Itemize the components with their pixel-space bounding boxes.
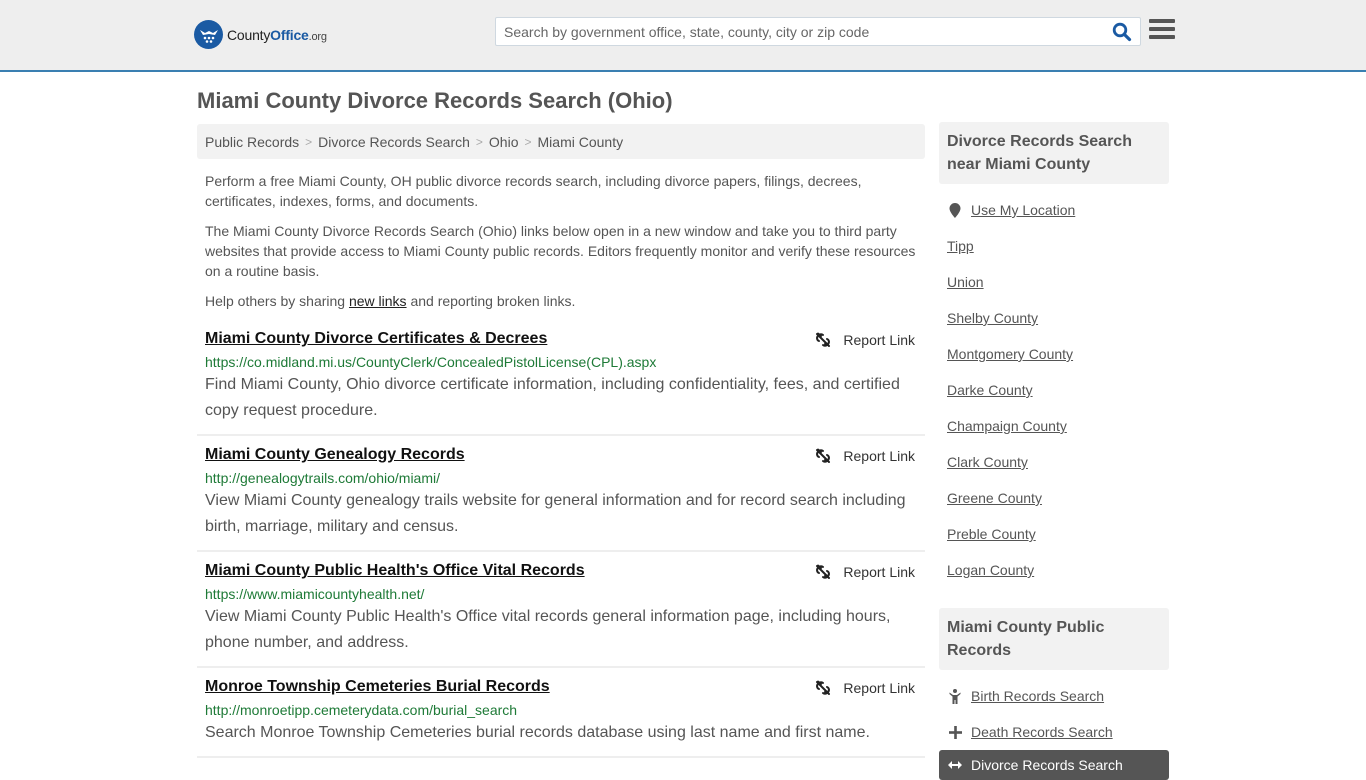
hamburger-menu-icon-bar [1149,35,1175,39]
result-description: View Miami County Public Health's Office… [205,608,891,651]
breadcrumb: Public Records > Divorce Records Search … [197,124,925,159]
nearby-item: Union [947,264,1161,300]
intro-p3-text: Help others by sharing [205,293,349,309]
nearby-item: Logan County [947,552,1161,588]
nearby-item: Darke County [947,372,1161,408]
result-item: Miami County Public Health's Office Vita… [197,552,925,668]
result-title-link[interactable]: Monroe Township Cemeteries Burial Record… [205,678,550,696]
result-url[interactable]: https://www.miamicountyhealth.net/ [205,586,917,602]
breadcrumb-separator: > [305,134,313,149]
use-my-location-item: Use My Location [947,192,1161,228]
search-box [495,17,1141,46]
result-url[interactable]: https://co.midland.mi.us/CountyClerk/Con… [205,354,917,370]
result-description: Search Monroe Township Cemeteries burial… [205,724,870,741]
birth-records-search-link[interactable]: Birth Records Search [971,688,1104,704]
death-records-search-link[interactable]: Death Records Search [971,724,1113,740]
result-item: Monroe Township Cemeteries Burial Record… [197,668,925,758]
public-records-item: Birth Records Search [947,678,1161,714]
public-records-item-active[interactable]: Divorce Records Search [939,750,1169,780]
nearby-item: Champaign County [947,408,1161,444]
logo-office: Office [270,26,309,43]
report-link-label: Report Link [843,564,915,580]
result-url[interactable]: http://monroetipp.cemeterydata.com/buria… [205,702,917,718]
broken-link-icon [816,680,831,695]
nearby-link-preble-county[interactable]: Preble County [947,526,1036,542]
intro-paragraph-1: Perform a free Miami County, OH public d… [205,173,862,209]
hamburger-menu-button[interactable] [1149,19,1175,43]
page-title: Miami County Divorce Records Search (Ohi… [197,88,673,113]
nearby-item: Montgomery County [947,336,1161,372]
broken-link-icon [816,332,831,347]
search-button[interactable] [1112,22,1134,42]
result-url[interactable]: http://genealogytrails.com/ohio/miami/ [205,470,917,486]
result-title-link[interactable]: Miami County Public Health's Office Vita… [205,562,585,580]
new-links-link[interactable]: new links [349,293,407,309]
results-list: Miami County Divorce Certificates & Decr… [197,320,925,758]
breadcrumb-miami-county[interactable]: Miami County [538,134,624,150]
intro-p3-text-end: and reporting broken links. [406,293,576,309]
nearby-link-clark-county[interactable]: Clark County [947,454,1028,470]
report-link-label: Report Link [843,332,915,348]
nearby-link-champaign-county[interactable]: Champaign County [947,418,1067,434]
nearby-link-darke-county[interactable]: Darke County [947,382,1033,398]
plus-icon [947,725,963,739]
report-link-label: Report Link [843,448,915,464]
search-input[interactable] [496,18,1106,45]
intro-paragraph-3: Help others by sharing new links and rep… [205,291,923,311]
report-link-label: Report Link [843,680,915,696]
breadcrumb-ohio[interactable]: Ohio [489,134,519,150]
report-link-button[interactable]: Report Link [815,680,915,696]
logo-org: .org [308,30,327,43]
nearby-heading: Divorce Records Search near Miami County [939,122,1169,184]
nearby-link-logan-county[interactable]: Logan County [947,562,1034,578]
nearby-item: Tipp [947,228,1161,264]
broken-link-icon [816,564,831,579]
hamburger-menu-icon-bar [1149,19,1175,23]
arrows-horizontal-icon [947,760,963,770]
nearby-list: Use My Location Tipp Union Shelby County… [939,192,1169,588]
nearby-item: Clark County [947,444,1161,480]
nearby-item: Greene County [947,480,1161,516]
logo-wordmark: CountyOffice.org [227,27,327,43]
sidebar: Divorce Records Search near Miami County… [939,122,1169,780]
nearby-link-union[interactable]: Union [947,274,984,290]
public-records-item: Death Records Search [947,714,1161,750]
result-title-link[interactable]: Miami County Divorce Certificates & Decr… [205,330,547,348]
intro-paragraph-2: The Miami County Divorce Records Search … [205,223,916,279]
report-link-button[interactable]: Report Link [815,332,915,348]
public-records-heading: Miami County Public Records [939,608,1169,670]
breadcrumb-separator: > [524,134,532,149]
nearby-item: Shelby County [947,300,1161,336]
search-icon [1112,22,1132,42]
report-link-button[interactable]: Report Link [815,564,915,580]
child-icon [947,688,963,704]
divorce-records-search-link[interactable]: Divorce Records Search [971,757,1123,773]
use-my-location-link[interactable]: Use My Location [971,202,1075,218]
nearby-link-montgomery-county[interactable]: Montgomery County [947,346,1073,362]
breadcrumb-public-records[interactable]: Public Records [205,134,299,150]
site-logo[interactable]: CountyOffice.org [194,20,327,49]
result-description: Find Miami County, Ohio divorce certific… [205,376,900,419]
logo-county: County [227,26,271,43]
breadcrumb-separator: > [475,134,483,149]
nearby-link-greene-county[interactable]: Greene County [947,490,1042,506]
nearby-link-tipp[interactable]: Tipp [947,238,974,254]
nearby-link-shelby-county[interactable]: Shelby County [947,310,1038,326]
result-description: View Miami County genealogy trails websi… [205,492,906,535]
hamburger-menu-icon-bar [1149,27,1175,31]
result-item: Miami County Genealogy Records Report Li… [197,436,925,552]
result-item: Miami County Divorce Certificates & Decr… [197,320,925,436]
eagle-logo-icon [194,20,223,49]
intro-text: Perform a free Miami County, OH public d… [205,171,923,321]
breadcrumb-divorce-records-search[interactable]: Divorce Records Search [318,134,470,150]
report-link-button[interactable]: Report Link [815,448,915,464]
public-records-list: Birth Records Search Death Records Searc… [939,678,1169,780]
site-header: CountyOffice.org [0,0,1366,72]
nearby-item: Preble County [947,516,1161,552]
map-marker-icon [947,202,963,218]
broken-link-icon [816,448,831,463]
result-title-link[interactable]: Miami County Genealogy Records [205,446,465,464]
